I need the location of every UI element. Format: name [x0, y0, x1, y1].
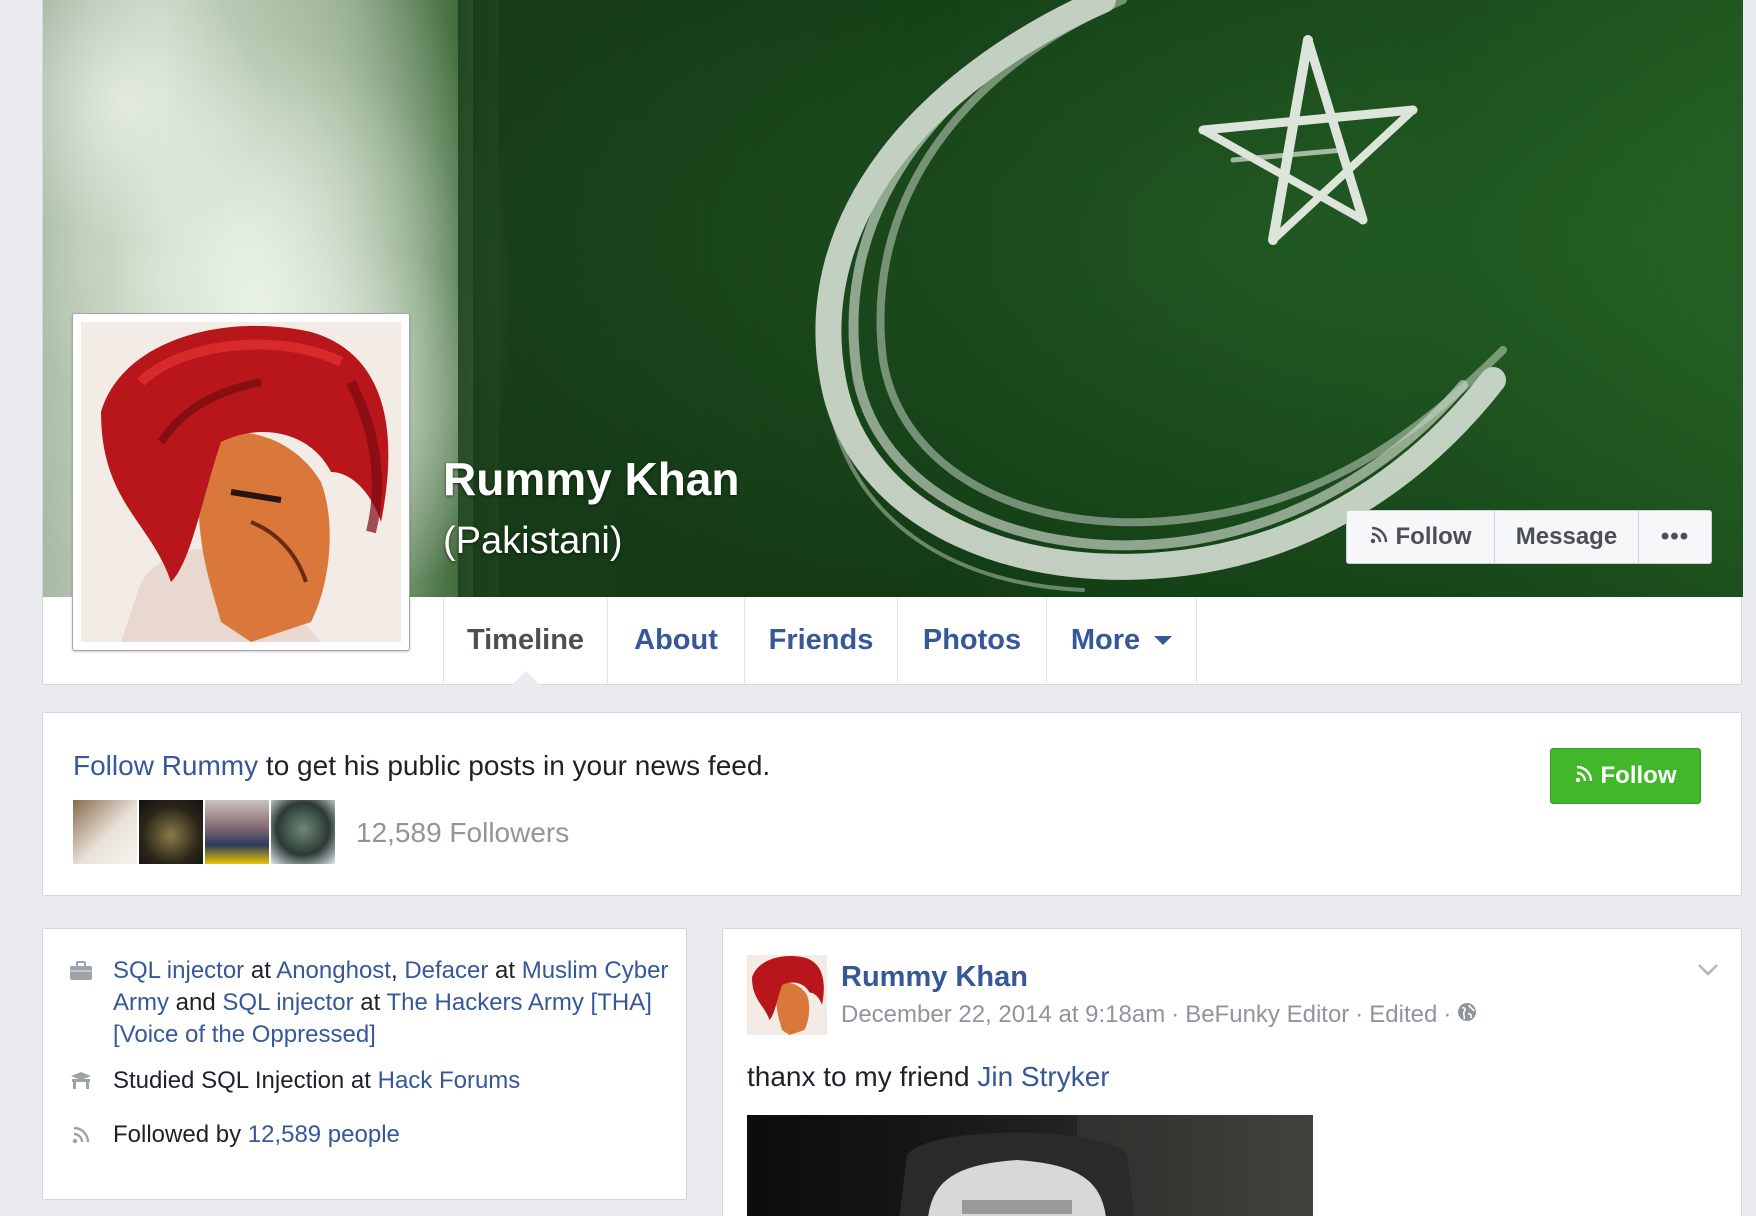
meta-separator: ·: [1171, 1001, 1180, 1028]
post-mention[interactable]: Jin Stryker: [977, 1061, 1109, 1092]
follower-thumbnails: [73, 800, 335, 864]
follow-prompt-rest: to get his public posts in your news fee…: [258, 750, 771, 781]
followed-by-prefix: Followed by: [113, 1121, 248, 1148]
work-and: and: [169, 989, 223, 1016]
header-follow-button[interactable]: Follow: [1346, 510, 1495, 564]
chevron-down-icon[interactable]: [1697, 963, 1719, 982]
work-text: SQL injector at Anonghost, Defacer at Mu…: [113, 955, 673, 1051]
work-item: SQL injector at Anonghost, Defacer at Mu…: [69, 955, 673, 1051]
header-actions: Follow Message •••: [1346, 510, 1712, 564]
profile-picture-art: [81, 322, 401, 642]
briefcase-icon: [69, 955, 93, 987]
work-sep: ,: [390, 957, 405, 984]
post-meta: December 22, 2014 at 9:18am · BeFunky Ed…: [841, 1001, 1477, 1029]
post-edited[interactable]: Edited: [1369, 1001, 1437, 1029]
follow-button[interactable]: Follow: [1550, 748, 1701, 804]
profile-alternate-name: (Pakistani): [443, 520, 623, 562]
work-role-2[interactable]: Defacer: [404, 957, 488, 984]
profile-picture-frame[interactable]: [72, 313, 410, 651]
follow-prompt-box: Follow Rummy to get his public posts in …: [42, 712, 1742, 896]
post-avatar[interactable]: [747, 955, 827, 1035]
tab-about[interactable]: About: [608, 597, 745, 684]
timeline-post: Rummy Khan December 22, 2014 at 9:18am ·…: [722, 928, 1742, 1216]
more-options-button[interactable]: •••: [1639, 510, 1712, 564]
follower-thumbnail[interactable]: [139, 800, 203, 864]
work-role-3[interactable]: SQL injector: [222, 989, 353, 1016]
post-image[interactable]: [747, 1115, 1313, 1216]
post-author[interactable]: Rummy Khan: [841, 961, 1028, 994]
post-text: thanx to my friend Jin Stryker: [747, 1061, 1110, 1093]
followed-by-item: Followed by 12,589 people: [69, 1119, 673, 1151]
profile-header: Rummy Khan (Pakistani) Follow Message ••…: [42, 0, 1743, 685]
header-follow-label: Follow: [1395, 523, 1472, 550]
follow-prompt-link[interactable]: Follow Rummy: [73, 750, 258, 781]
school-icon: [69, 1065, 93, 1097]
work-role-1[interactable]: SQL injector: [113, 957, 244, 984]
rss-icon: [1575, 762, 1593, 790]
post-image-art: [899, 1115, 1313, 1216]
follow-prompt-text: Follow Rummy to get his public posts in …: [73, 750, 770, 782]
follower-thumbnail[interactable]: [271, 800, 335, 864]
tab-photos[interactable]: Photos: [898, 597, 1047, 684]
globe-icon[interactable]: [1457, 1001, 1477, 1029]
education-school[interactable]: Hack Forums: [378, 1067, 521, 1094]
education-item: Studied SQL Injection at Hack Forums: [69, 1065, 673, 1097]
follow-button-label: Follow: [1600, 762, 1677, 789]
rss-icon: [69, 1119, 93, 1151]
work-at: at: [244, 957, 277, 984]
message-button[interactable]: Message: [1495, 510, 1639, 564]
profile-name[interactable]: Rummy Khan: [443, 452, 739, 506]
intro-box: SQL injector at Anonghost, Defacer at Mu…: [42, 928, 687, 1200]
followed-by-text: Followed by 12,589 people: [113, 1119, 673, 1151]
work-org-1[interactable]: Anonghost: [276, 957, 391, 984]
rss-icon: [1370, 523, 1388, 551]
post-via[interactable]: BeFunky Editor: [1185, 1001, 1349, 1029]
meta-separator: ·: [1443, 1001, 1452, 1028]
tab-timeline[interactable]: Timeline: [444, 597, 608, 685]
tab-more[interactable]: More: [1047, 597, 1197, 684]
education-prefix: Studied SQL Injection at: [113, 1067, 378, 1094]
follower-thumbnail[interactable]: [73, 800, 137, 864]
work-at: at: [353, 989, 387, 1016]
profile-picture: [81, 322, 401, 642]
profile-tabs: Timeline About Friends Photos More: [443, 597, 1197, 685]
work-at: at: [488, 957, 522, 984]
caret-down-icon: [1154, 636, 1173, 645]
post-avatar-art: [747, 955, 827, 1035]
tab-more-label: More: [1070, 624, 1141, 656]
followed-by-link[interactable]: 12,589 people: [248, 1121, 400, 1148]
post-text-prefix: thanx to my friend: [747, 1061, 978, 1092]
follower-thumbnail[interactable]: [205, 800, 269, 864]
meta-separator: ·: [1355, 1001, 1364, 1028]
post-date[interactable]: December 22, 2014 at 9:18am: [841, 1001, 1165, 1029]
followers-count[interactable]: 12,589 Followers: [356, 817, 569, 849]
tab-friends[interactable]: Friends: [745, 597, 898, 684]
education-text: Studied SQL Injection at Hack Forums: [113, 1065, 673, 1097]
